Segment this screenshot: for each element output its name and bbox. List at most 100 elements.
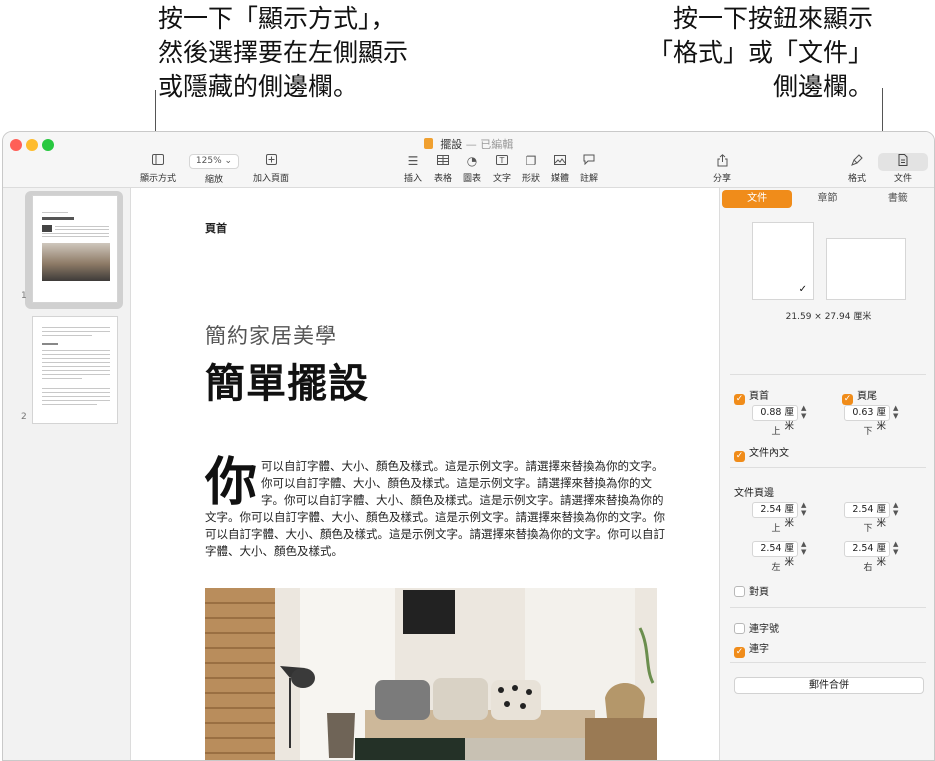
hyphenation-checkbox[interactable]: 連字號 (734, 620, 779, 635)
margin-right-caption: 右 (863, 563, 873, 573)
document-subtitle[interactable]: 簡約家居美學 (205, 320, 337, 350)
thumb-text-line (42, 362, 110, 363)
footer-margin-value[interactable]: 0.63 厘米 (844, 405, 890, 432)
tab-bookmarks[interactable]: 書籤 (863, 190, 933, 208)
margin-top-caption: 上 (771, 524, 781, 534)
view-button[interactable]: 顯示方式 (137, 154, 179, 184)
margin-bottom-value[interactable]: 2.54 厘米 (844, 502, 890, 529)
stepper-arrows-icon[interactable]: ▲ ▼ (801, 540, 806, 556)
margin-left-value[interactable]: 2.54 厘米 (752, 541, 798, 568)
callout-line: 按一下按鈕來顯示 (672, 4, 873, 33)
stepper-arrows-icon[interactable]: ▲ ▼ (893, 404, 898, 420)
thumb-text-line (42, 396, 110, 397)
add-page-button[interactable]: 加入頁面 (248, 154, 294, 184)
mail-merge-button[interactable]: 郵件合併 (734, 677, 924, 694)
header-checkbox[interactable]: ✓ 頁首 (734, 387, 769, 405)
checkbox-unchecked-icon (734, 623, 745, 634)
orientation-landscape[interactable] (826, 238, 906, 300)
text-button[interactable]: T 文字 (490, 154, 514, 184)
window-title: 擺設 — 已編輯 (3, 136, 934, 152)
thumb-photo (42, 243, 110, 281)
tab-document[interactable]: 文件 (722, 190, 793, 208)
margin-right-stepper[interactable]: 2.54 厘米 ▲ ▼ (844, 540, 904, 568)
textbox-icon: T (490, 154, 514, 168)
document-body-label: 文件內文 (749, 448, 789, 459)
shapes-icon: ❐ (525, 154, 537, 168)
stepper-arrows-icon[interactable]: ▲ ▼ (801, 404, 806, 420)
page-thumbnail-2[interactable] (32, 316, 118, 424)
margin-right-value[interactable]: 2.54 厘米 (844, 541, 890, 568)
ligatures-checkbox[interactable]: ✓ 連字 (734, 640, 769, 658)
stepper-arrows-icon[interactable]: ▲ ▼ (893, 501, 898, 517)
shape-button[interactable]: ❐ 形狀 (519, 154, 543, 184)
header-margin-value[interactable]: 0.88 厘米 (752, 405, 798, 432)
page-header[interactable]: 頁首 (205, 220, 227, 236)
tab-section[interactable]: 章節 (792, 190, 862, 208)
paper-size-label: 21.59 × 27.94 厘米 (785, 312, 872, 322)
thumb-text-line (42, 388, 110, 389)
document-canvas[interactable]: 頁首 簡約家居美學 簡單擺設 你 可以自訂字體、大小、顏色及樣式。這是示例文字。… (131, 188, 719, 760)
thumb-text-line (42, 233, 109, 234)
clock-chart-icon: ◔ (466, 154, 478, 168)
footer-checkbox[interactable]: ✓ 頁尾 (842, 387, 877, 405)
thumb-text-line (42, 335, 92, 336)
thumb-text-line (42, 378, 82, 379)
document-icon (889, 154, 917, 168)
media-button[interactable]: 媒體 (548, 154, 572, 184)
toolbar: 擺設 — 已編輯 顯示方式 125% ⌄ 縮放 加入頁面 ☰ 插入 表格 ◔ 圖… (3, 132, 934, 188)
divider (730, 467, 926, 468)
header-checkbox-label: 頁首 (749, 391, 769, 402)
format-button[interactable]: 格式 (843, 154, 871, 184)
plus-square-icon (248, 154, 294, 168)
comment-label: 註解 (579, 174, 598, 184)
share-button[interactable]: 分享 (708, 154, 736, 184)
document-name: 擺設 (440, 138, 463, 151)
page-thumbnail-1[interactable] (32, 195, 118, 303)
footer-margin-stepper[interactable]: 0.63 厘米 ▲ ▼ (844, 404, 904, 432)
footer-checkbox-label: 頁尾 (857, 391, 877, 402)
pages-window: 擺設 — 已編輯 顯示方式 125% ⌄ 縮放 加入頁面 ☰ 插入 表格 ◔ 圖… (2, 131, 935, 761)
sidebar-icon (137, 154, 179, 168)
page-number-1: 1 (21, 291, 27, 301)
checkbox-checked-icon: ✓ (734, 394, 745, 405)
photo-icon (548, 154, 572, 168)
insert-button[interactable]: ☰ 插入 (401, 154, 425, 184)
format-label: 格式 (847, 174, 866, 184)
thumb-title-line (42, 217, 74, 220)
orientation-portrait[interactable]: ✓ (752, 222, 814, 300)
header-margin-stepper[interactable]: 0.88 厘米 ▲ ▼ (752, 404, 812, 432)
document-title[interactable]: 簡單擺設 (205, 351, 369, 409)
facing-pages-checkbox[interactable]: 對頁 (734, 583, 769, 598)
divider (730, 374, 926, 375)
document-body-checkbox[interactable]: ✓ 文件內文 (734, 444, 789, 462)
callout-line: 或隱藏的側邊欄。 (158, 72, 359, 101)
document-label: 文件 (893, 174, 912, 184)
stepper-arrows-icon[interactable]: ▲ ▼ (893, 540, 898, 556)
margin-left-stepper[interactable]: 2.54 厘米 ▲ ▼ (752, 540, 812, 568)
living-room-photo[interactable] (205, 588, 657, 760)
zoom-control[interactable]: 125% ⌄ 縮放 (186, 154, 242, 185)
hyphenation-label: 連字號 (749, 624, 779, 635)
thumb-dropcap (42, 225, 52, 232)
document-button[interactable]: 文件 (889, 154, 917, 184)
table-label: 表格 (433, 174, 452, 184)
chart-button[interactable]: ◔ 圖表 (460, 154, 484, 184)
facing-pages-label: 對頁 (749, 587, 769, 598)
body-paragraph[interactable]: 你 可以自訂字體、大小、顏色及樣式。這是示例文字。請選擇來替換為你的文字。你可以… (205, 457, 671, 560)
zoom-popup[interactable]: 125% ⌄ (189, 154, 239, 169)
comment-button[interactable]: 註解 (577, 154, 601, 184)
thumb-text-line (42, 327, 110, 328)
margin-top-stepper[interactable]: 2.54 厘米 ▲ ▼ (752, 501, 812, 529)
thumb-text-line (42, 374, 110, 375)
thumb-text-line (42, 212, 68, 213)
speech-bubble-icon (577, 154, 601, 168)
stepper-arrows-icon[interactable]: ▲ ▼ (801, 501, 806, 517)
margin-bottom-stepper[interactable]: 2.54 厘米 ▲ ▼ (844, 501, 904, 529)
table-button[interactable]: 表格 (431, 154, 455, 184)
zoom-value: 125% (195, 156, 222, 166)
thumb-text-line (42, 358, 110, 359)
chevron-down-icon: ⌄ (224, 156, 233, 166)
view-label: 顯示方式 (139, 174, 176, 184)
margin-top-value[interactable]: 2.54 厘米 (752, 502, 798, 529)
thumb-text-line (42, 404, 97, 405)
